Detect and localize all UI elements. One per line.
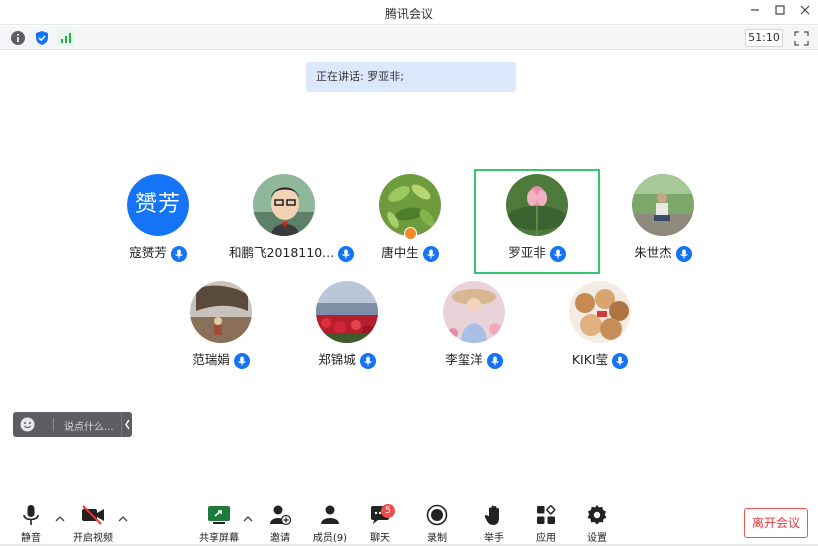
chat-button[interactable]: 聊天	[354, 500, 406, 544]
raise-hand-label: 举手	[484, 533, 504, 544]
participant-tile[interactable]: 罗亚非	[482, 170, 592, 262]
video-label: 开启视频	[73, 533, 113, 544]
participant-tile[interactable]: 唐中生	[355, 170, 465, 262]
participant-name: 朱世杰	[634, 245, 672, 260]
host-icon	[404, 227, 417, 240]
gear-icon	[587, 505, 607, 525]
chat-quick-input[interactable]: 说点什么...	[13, 412, 132, 437]
avatar	[190, 281, 252, 343]
microphone-icon[interactable]	[486, 352, 503, 369]
window-title: 腾讯会议	[384, 7, 433, 21]
avatar-initials: 赟芳	[127, 174, 189, 236]
record-button[interactable]: 录制	[411, 500, 463, 544]
chevron-up-icon[interactable]	[117, 514, 129, 524]
avatar: 赟芳	[127, 174, 189, 236]
participant-tile[interactable]: 郑锦城	[292, 277, 402, 369]
participant-name: 郑锦城	[318, 352, 356, 367]
fullscreen-icon[interactable]	[794, 31, 809, 46]
microphone-icon	[23, 505, 39, 525]
apps-button[interactable]: 应用	[520, 500, 572, 544]
participant-tile[interactable]: 李玺洋	[419, 277, 529, 369]
microphone-icon[interactable]	[612, 352, 629, 369]
chevron-up-icon[interactable]	[54, 514, 66, 524]
microphone-icon[interactable]	[233, 352, 250, 369]
apps-label: 应用	[536, 533, 556, 544]
emoji-icon[interactable]	[20, 417, 35, 432]
microphone-icon[interactable]	[170, 245, 187, 262]
record-label: 录制	[427, 533, 447, 544]
divider	[53, 418, 54, 431]
bottom-toolbar: 静音 开启视频 共享屏幕 邀请 成员(9) 聊天 录制 举手 应用 设置	[0, 496, 818, 546]
chevron-left-icon[interactable]	[121, 412, 132, 437]
invite-button[interactable]: 邀请	[254, 500, 306, 544]
members-icon	[321, 505, 339, 524]
chevron-up-icon[interactable]	[242, 514, 254, 524]
participant-tile[interactable]: 朱世杰	[608, 170, 718, 262]
video-off-icon	[82, 505, 104, 525]
start-video-button[interactable]: 开启视频	[67, 500, 119, 544]
avatar	[506, 174, 568, 236]
avatar	[443, 281, 505, 343]
record-icon	[426, 504, 448, 526]
add-user-icon	[270, 505, 291, 526]
settings-label: 设置	[587, 533, 607, 544]
avatar	[632, 174, 694, 236]
participant-tile[interactable]: 范瑞娟	[166, 277, 276, 369]
microphone-icon[interactable]	[549, 245, 566, 262]
members-button[interactable]: 成员(9)	[304, 500, 356, 544]
chat-unread-badge: 5	[381, 504, 395, 518]
participant-name: 和鹏飞2018110...	[229, 245, 335, 260]
speaking-indicator: 正在讲话: 罗亚非;	[306, 62, 516, 92]
microphone-icon[interactable]	[675, 245, 692, 262]
info-icon[interactable]	[10, 30, 26, 46]
raise-hand-button[interactable]: 举手	[468, 500, 520, 544]
mute-button[interactable]: 静音	[5, 500, 57, 544]
shield-icon[interactable]	[34, 30, 50, 46]
chat-placeholder[interactable]: 说点什么...	[64, 418, 114, 433]
close-icon[interactable]	[794, 2, 816, 22]
mute-label: 静音	[21, 533, 41, 544]
participant-tile[interactable]: 和鹏飞2018110...	[229, 170, 355, 262]
title-bar: 腾讯会议	[0, 0, 818, 25]
share-screen-icon	[208, 506, 230, 524]
meeting-timer: 51:10	[745, 29, 783, 47]
signal-icon[interactable]	[58, 30, 74, 46]
participant-name: 寇赟芳	[129, 245, 167, 260]
avatar	[569, 281, 631, 343]
members-label: 成员(9)	[312, 533, 348, 544]
participant-tile[interactable]: KIKI莹	[545, 277, 655, 369]
minimize-icon[interactable]	[744, 2, 766, 22]
participant-tile[interactable]: 赟芳 寇赟芳	[103, 170, 213, 262]
participant-name: 范瑞娟	[192, 352, 230, 367]
meeting-info-bar: 51:10	[0, 26, 818, 50]
maximize-icon[interactable]	[769, 2, 791, 22]
microphone-icon[interactable]	[338, 245, 355, 262]
share-screen-button[interactable]: 共享屏幕	[193, 500, 245, 544]
avatar	[253, 174, 315, 236]
apps-icon	[537, 505, 556, 524]
share-label: 共享屏幕	[199, 533, 239, 544]
microphone-icon[interactable]	[422, 245, 439, 262]
hand-icon	[484, 505, 499, 525]
chat-label: 聊天	[370, 533, 390, 544]
leave-meeting-button[interactable]: 离开会议	[744, 508, 808, 538]
avatar	[316, 281, 378, 343]
microphone-icon[interactable]	[359, 352, 376, 369]
settings-button[interactable]: 设置	[571, 500, 623, 544]
participant-name: KIKI莹	[571, 352, 609, 367]
invite-label: 邀请	[270, 533, 290, 544]
participant-name: 李玺洋	[445, 352, 483, 367]
participant-name: 罗亚非	[508, 245, 546, 260]
participant-name: 唐中生	[381, 245, 419, 260]
